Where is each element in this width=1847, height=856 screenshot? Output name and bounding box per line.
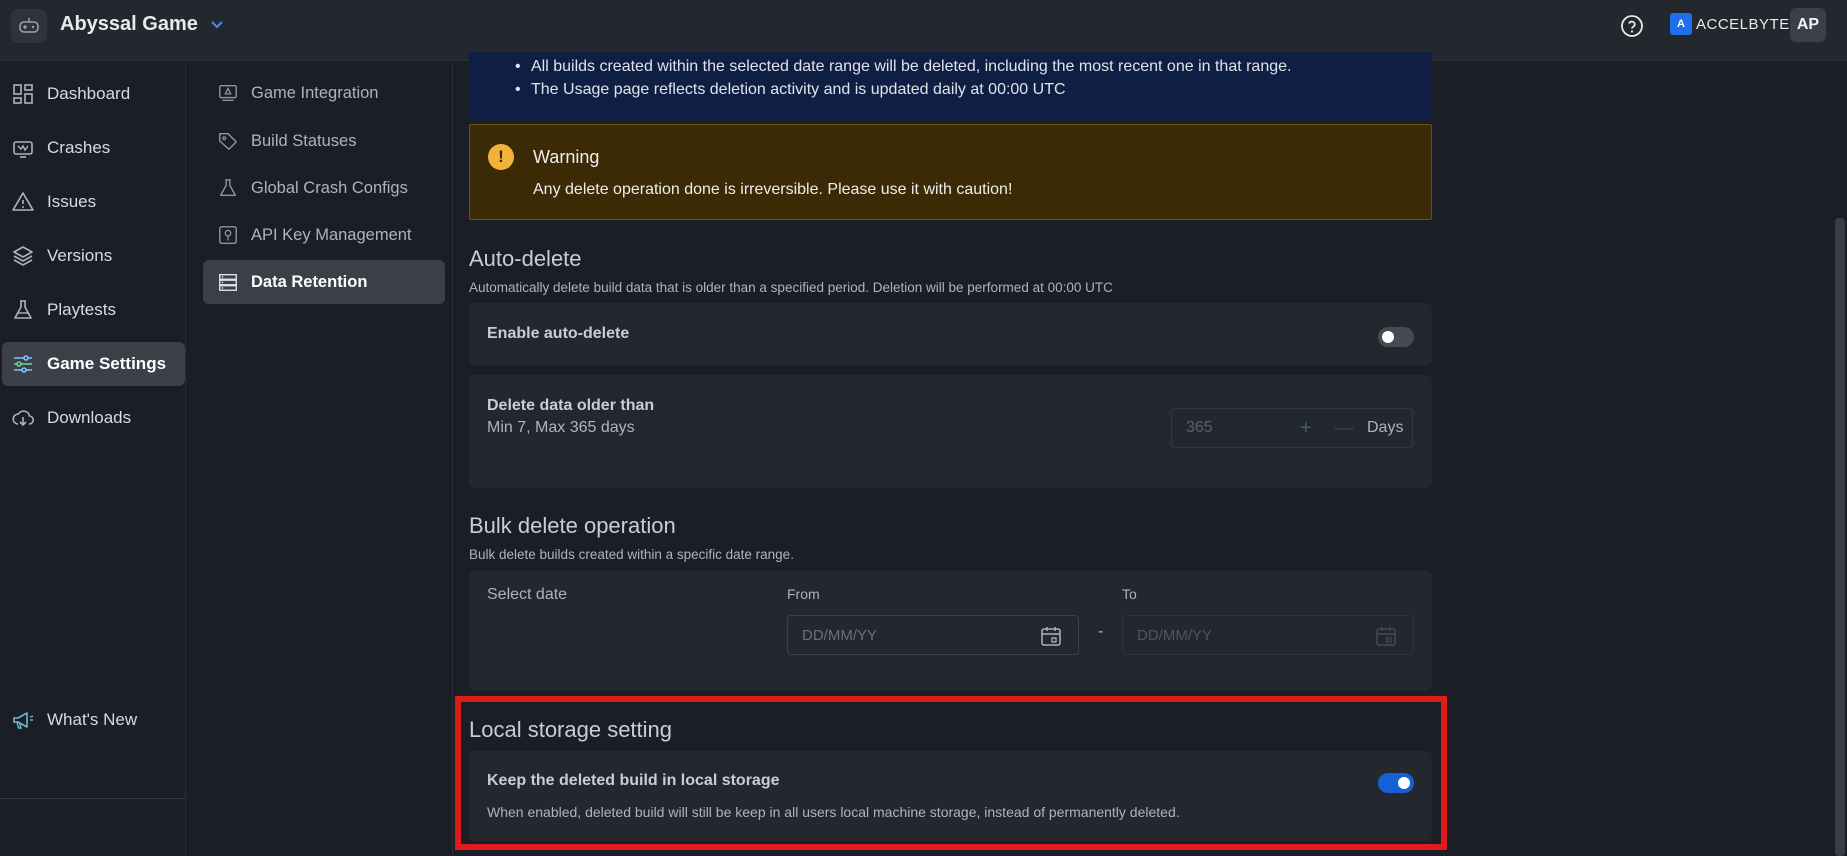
help-icon[interactable] — [1620, 14, 1644, 38]
warning-icon: ! — [488, 144, 514, 170]
highlight-box — [455, 696, 1447, 850]
flask-icon — [219, 179, 237, 197]
enable-auto-delete-card: Enable auto-delete — [469, 303, 1432, 365]
nav-item-dashboard[interactable]: Dashboard — [0, 72, 186, 116]
from-date-input[interactable]: DD/MM/YY — [787, 615, 1079, 655]
delete-older-than-label: Delete data older than — [487, 397, 655, 414]
bulk-delete-description: Bulk delete builds created within a spec… — [469, 547, 794, 562]
scrollbar[interactable] — [1835, 218, 1845, 856]
subnav-label: Data Retention — [251, 272, 368, 291]
crash-icon — [13, 141, 33, 158]
nav-label: Playtests — [47, 300, 116, 319]
subnav-item-data-retention[interactable]: Data Retention — [203, 260, 445, 304]
server-icon — [219, 273, 237, 291]
info-box: All builds created within the selected d… — [469, 52, 1432, 119]
gamepad-icon[interactable] — [11, 9, 47, 43]
nav-item-playtests[interactable]: Playtests — [0, 288, 186, 332]
range-hint: Min 7, Max 365 days — [487, 419, 635, 436]
days-value[interactable]: 365 — [1186, 419, 1213, 437]
nav-label: Downloads — [47, 408, 132, 427]
tag-icon — [219, 132, 237, 150]
integration-icon — [219, 84, 237, 102]
subnav-label: Global Crash Configs — [251, 178, 408, 197]
accelbyte-logo-icon: A — [1670, 13, 1692, 35]
nav-item-versions[interactable]: Versions — [0, 234, 186, 278]
nav-label: Dashboard — [47, 84, 131, 103]
auto-delete-title: Auto-delete — [469, 246, 582, 271]
from-label: From — [787, 586, 820, 602]
nav-label: Versions — [47, 246, 113, 265]
nav-item-whats-new[interactable]: What's New — [0, 698, 186, 742]
calendar-icon[interactable] — [1375, 625, 1397, 647]
bulk-delete-card: Select date From To DD/MM/YY - DD/MM/YY — [469, 571, 1432, 691]
settings-subnav: Game Integration Build Statuses Global C… — [187, 62, 453, 856]
calendar-icon[interactable] — [1040, 625, 1062, 647]
subnav-item-build-statuses[interactable]: Build Statuses — [203, 119, 445, 163]
megaphone-icon — [13, 712, 34, 729]
nav-label: Game Settings — [47, 354, 167, 373]
nav-item-issues[interactable]: Issues — [0, 180, 186, 224]
nav-label: Issues — [47, 192, 97, 211]
nav-divider — [0, 798, 186, 799]
subnav-item-global-crash-configs[interactable]: Global Crash Configs — [203, 166, 445, 210]
chevron-down-icon[interactable] — [208, 16, 226, 34]
decrement-button[interactable]: — — [1334, 417, 1354, 440]
nav-item-crashes[interactable]: Crashes — [0, 126, 186, 170]
info-bullet: All builds created within the selected d… — [515, 55, 1291, 78]
brand-logo: A ACCELBYTE — [1670, 11, 1790, 37]
delete-older-than-card: Delete data older than Min 7, Max 365 da… — [469, 375, 1432, 488]
to-date-placeholder: DD/MM/YY — [1137, 627, 1212, 644]
to-label: To — [1122, 586, 1137, 602]
cloud-download-icon — [12, 410, 35, 427]
avatar[interactable]: AP — [1790, 8, 1826, 42]
from-date-placeholder: DD/MM/YY — [802, 627, 877, 644]
subnav-label: API Key Management — [251, 225, 412, 244]
flask-icon — [14, 300, 32, 319]
subnav-label: Build Statuses — [251, 131, 357, 150]
to-date-input[interactable]: DD/MM/YY — [1122, 615, 1414, 655]
warning-icon — [12, 192, 34, 211]
subnav-label: Game Integration — [251, 83, 379, 102]
bulk-delete-title: Bulk delete operation — [469, 513, 676, 538]
auto-delete-toggle[interactable] — [1378, 327, 1414, 347]
warning-text: Any delete operation done is irreversibl… — [533, 181, 1013, 198]
nav-label: Crashes — [47, 138, 111, 157]
auto-delete-description: Automatically delete build data that is … — [469, 280, 1113, 295]
sliders-icon — [14, 355, 32, 373]
brand-text: ACCELBYTE — [1696, 15, 1790, 33]
game-name[interactable]: Abyssal Game — [60, 13, 198, 36]
dashboard-icon — [13, 84, 33, 104]
info-list: All builds created within the selected d… — [515, 55, 1291, 101]
left-nav: Dashboard Crashes Issues Versions Playte… — [0, 62, 186, 856]
info-bullet: The Usage page reflects deletion activit… — [515, 78, 1291, 101]
warning-alert: ! Warning Any delete operation done is i… — [469, 124, 1432, 220]
date-range-separator: - — [1098, 623, 1104, 640]
subnav-item-game-integration[interactable]: Game Integration — [203, 71, 445, 115]
enable-auto-delete-label: Enable auto-delete — [487, 325, 630, 342]
key-icon — [219, 226, 237, 244]
layers-icon — [13, 246, 33, 266]
select-date-label: Select date — [487, 586, 568, 603]
nav-item-game-settings[interactable]: Game Settings — [0, 342, 186, 386]
subnav-item-api-key-management[interactable]: API Key Management — [203, 213, 445, 257]
increment-button[interactable]: + — [1300, 417, 1312, 440]
nav-label: What's New — [47, 710, 138, 729]
warning-title: Warning — [533, 147, 600, 167]
days-unit: Days — [1367, 419, 1404, 436]
days-stepper[interactable]: 365 + — Days — [1171, 408, 1413, 448]
nav-item-downloads[interactable]: Downloads — [0, 396, 186, 440]
